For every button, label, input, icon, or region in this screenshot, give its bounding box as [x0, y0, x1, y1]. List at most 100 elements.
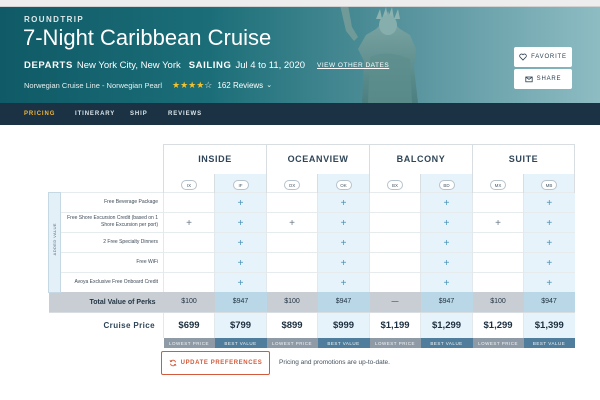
- page: ROUNDTRIP 7-Night Caribbean Cruise DEPAR…: [0, 0, 600, 400]
- perk-label: 2 Free Specialty Dinners: [60, 231, 164, 252]
- reviews-link[interactable]: 162 Reviews: [217, 81, 263, 90]
- departs-value: New York City, New York: [76, 59, 181, 71]
- total-value: $100: [472, 292, 524, 312]
- perk-cell: +: [317, 251, 370, 272]
- price-cell[interactable]: $999: [317, 311, 370, 338]
- perk-row: Free WiFi + + + +: [49, 251, 575, 272]
- total-value: $100: [163, 292, 215, 312]
- refresh-icon: [169, 359, 177, 367]
- plus-icon: +: [237, 218, 244, 229]
- best-value-tag: BEST VALUE: [214, 338, 267, 348]
- perk-cell: [163, 271, 215, 292]
- category-header-row: INSIDE OCEANVIEW BALCONY SUITE: [49, 144, 576, 174]
- plus-icon: +: [340, 258, 347, 269]
- perk-cell: +: [213, 191, 267, 212]
- code-cell: MX: [472, 173, 525, 192]
- price-cell[interactable]: $1,199: [369, 311, 421, 338]
- share-icon: [525, 76, 533, 83]
- tab-reviews[interactable]: REVIEWS: [168, 103, 202, 125]
- perk-cell: +: [523, 191, 575, 212]
- trip-type: ROUNDTRIP: [24, 15, 85, 24]
- cabin-code-badge[interactable]: MX: [490, 179, 507, 190]
- code-cell: BD: [420, 173, 474, 192]
- star-icon: ★: [180, 79, 189, 90]
- empty-star-icon: ☆: [204, 79, 213, 90]
- favorite-button[interactable]: FAVORITE: [514, 47, 572, 67]
- code-cell: OK: [317, 173, 371, 192]
- perk-cell: [369, 191, 421, 212]
- perk-cell: +: [213, 211, 267, 232]
- view-other-dates-link[interactable]: VIEW OTHER DATES: [317, 62, 389, 69]
- perk-cell: [369, 271, 421, 292]
- price-cell[interactable]: $1,299: [420, 311, 473, 338]
- perk-label: Free WiFi: [60, 251, 164, 272]
- update-preferences-button[interactable]: UPDATE PREFERENCES: [161, 351, 270, 375]
- perk-label: Free Beverage Package: [60, 191, 164, 212]
- lowest-price-tag: LOWEST PRICE: [369, 338, 421, 348]
- departs-label: DEPARTS: [24, 59, 73, 71]
- plus-icon: +: [340, 278, 347, 290]
- plus-icon: +: [340, 218, 347, 229]
- perk-cell: +: [317, 271, 370, 292]
- price-cell[interactable]: $1,399: [523, 311, 575, 338]
- hero-banner: ROUNDTRIP 7-Night Caribbean Cruise DEPAR…: [0, 7, 600, 103]
- cabin-code-badge[interactable]: IX: [181, 179, 197, 190]
- perk-label: Free Shore Excursion Credit (based on 1 …: [60, 211, 164, 232]
- cabin-code-badge[interactable]: BX: [387, 179, 404, 190]
- price-cell[interactable]: $799: [213, 311, 267, 338]
- perk-row: 2 Free Specialty Dinners + + + +: [49, 231, 575, 252]
- plus-icon: +: [546, 218, 553, 229]
- statue-of-liberty-image: [340, 7, 418, 103]
- plus-icon: +: [443, 198, 450, 209]
- perk-cell: +: [420, 251, 473, 272]
- best-value-tag: BEST VALUE: [317, 338, 370, 348]
- price-cell[interactable]: $699: [163, 311, 215, 338]
- plus-icon: +: [443, 238, 450, 249]
- price-cell[interactable]: $1,299: [472, 311, 524, 338]
- code-cell: BX: [369, 173, 422, 192]
- best-value-tag: BEST VALUE: [523, 338, 575, 348]
- perk-cell: +: [213, 231, 267, 252]
- tab-itinerary[interactable]: ITINERARY: [75, 103, 115, 125]
- tab-ship[interactable]: SHIP: [130, 103, 148, 125]
- cabin-code-badge[interactable]: IF: [232, 179, 249, 190]
- perk-cell: +: [213, 271, 267, 292]
- chevron-down-icon[interactable]: ⌄: [266, 81, 272, 89]
- departure-info: DEPARTS New York City, New York SAILING …: [24, 58, 389, 72]
- cabin-code-badge[interactable]: OK: [335, 179, 352, 190]
- perk-label: Avoya Exclusive Free Onboard Credit: [60, 271, 164, 292]
- added-value-label: ADDED VALUE: [52, 223, 57, 256]
- perk-cell: [369, 211, 421, 232]
- perk-row: Avoya Exclusive Free Onboard Credit + + …: [49, 271, 575, 292]
- perk-cell: [163, 231, 215, 252]
- perk-cell: +: [317, 191, 370, 212]
- plus-icon: +: [443, 258, 450, 269]
- perk-cell: [163, 191, 215, 212]
- lowest-price-tag: LOWEST PRICE: [266, 338, 318, 348]
- star-icon: ★: [171, 79, 181, 90]
- plus-icon: +: [443, 218, 450, 229]
- perk-cell: +: [420, 211, 473, 232]
- plus-icon: +: [237, 238, 244, 249]
- cabin-code-badge[interactable]: BD: [438, 179, 455, 190]
- perk-cell: [472, 231, 524, 252]
- perk-cell: +: [523, 211, 575, 232]
- perk-cell: +: [523, 251, 575, 272]
- perk-cell: [369, 231, 421, 252]
- price-cell[interactable]: $899: [266, 311, 318, 338]
- perk-cell: +: [420, 271, 473, 292]
- perk-cell: [266, 271, 318, 292]
- tab-pricing[interactable]: PRICING: [24, 103, 55, 125]
- cabin-code-badge[interactable]: OX: [284, 179, 301, 190]
- cabin-code-badge[interactable]: MB: [541, 179, 558, 190]
- price-tag-row: LOWEST PRICE BEST VALUE LOWEST PRICE BES…: [49, 338, 575, 348]
- perk-row: Free Shore Excursion Credit (based on 1 …: [49, 211, 575, 232]
- plus-icon: +: [546, 278, 553, 290]
- cruise-title: 7-Night Caribbean Cruise: [23, 25, 272, 50]
- perk-cell: +: [523, 271, 575, 292]
- perk-cell: [369, 251, 421, 272]
- perk-cell: [472, 251, 524, 272]
- share-button[interactable]: SHARE: [514, 69, 572, 89]
- sailing-value: Jul 4 to 11, 2020: [235, 59, 306, 71]
- perk-cell: +: [317, 231, 370, 252]
